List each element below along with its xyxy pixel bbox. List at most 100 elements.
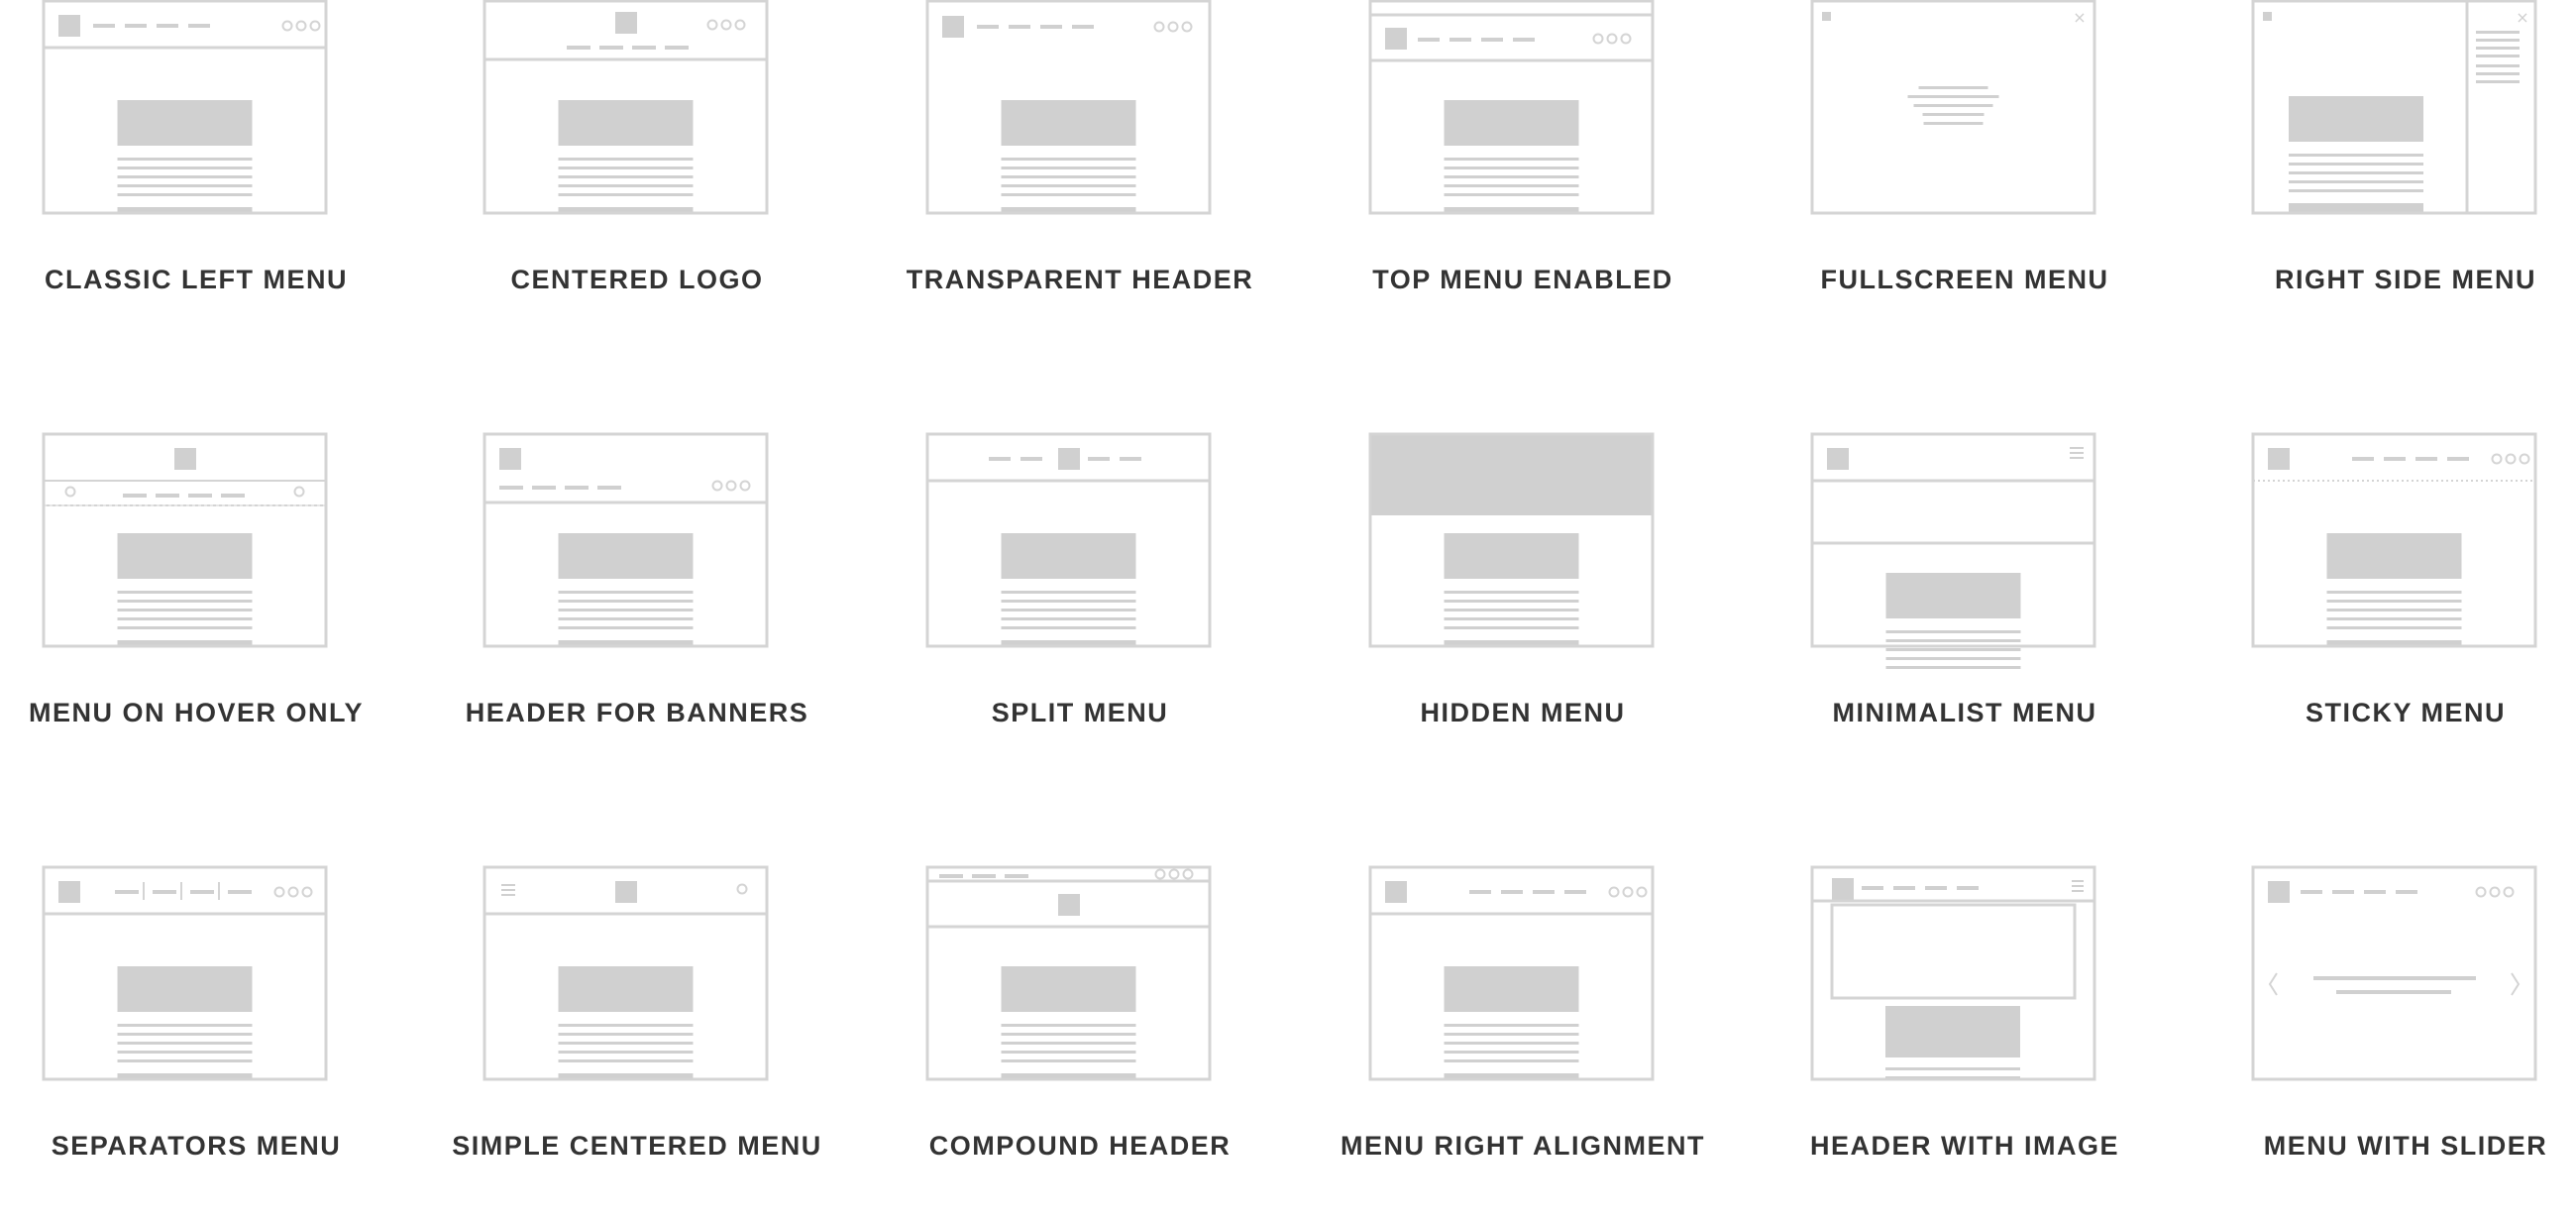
logo-placeholder [499, 448, 521, 470]
layout-thumbnail-top-menu-enabled[interactable] [1359, 0, 1686, 258]
content-text-line [558, 617, 694, 620]
menu-item-placeholder [1469, 890, 1491, 894]
content-text-line [1885, 639, 2021, 642]
layout-thumbnail-menu-with-slider[interactable] [2242, 865, 2569, 1124]
menu-item-placeholder [599, 46, 623, 50]
content-text-line [1444, 1042, 1579, 1045]
content-image-placeholder [1885, 1006, 2020, 1057]
layout-option-label[interactable]: SPLIT MENU [877, 698, 1283, 728]
layout-option-menu-with-slider[interactable]: MENU WITH SLIDER [2242, 865, 2569, 1223]
layout-option-menu-on-hover-only[interactable]: MENU ON HOVER ONLY [29, 432, 363, 790]
content-text-line [117, 184, 253, 187]
layout-option-label[interactable]: COMPOUND HEADER [877, 1131, 1283, 1162]
layout-option-minimalist-menu[interactable]: MINIMALIST MENU [1801, 432, 2128, 790]
menu-item-placeholder [632, 46, 656, 50]
layout-thumbnail-sticky-menu[interactable] [2242, 432, 2569, 691]
content-image-placeholder [2289, 96, 2423, 142]
layout-thumbnail-menu-on-hover-only[interactable] [33, 432, 360, 691]
layout-option-separators-menu[interactable]: SEPARATORS MENU [33, 865, 360, 1223]
layout-thumbnail-simple-centered-menu[interactable] [474, 865, 801, 1124]
layout-option-centered-logo[interactable]: CENTERED LOGO [474, 0, 801, 357]
logo-placeholder [58, 15, 80, 37]
layout-thumbnail-centered-logo[interactable] [474, 0, 801, 258]
menu-item-placeholder [115, 890, 139, 894]
layout-option-classic-left-menu[interactable]: CLASSIC LEFT MENU [33, 0, 360, 357]
layout-option-header-with-image[interactable]: HEADER WITH IMAGE [1801, 865, 2128, 1223]
layout-thumbnail-header-for-banners[interactable] [474, 432, 801, 691]
layout-thumbnail-header-with-image[interactable] [1801, 865, 2128, 1124]
layout-option-label[interactable]: HEADER WITH IMAGE [1762, 1131, 2168, 1162]
layout-thumbnail-transparent-header[interactable] [916, 0, 1243, 258]
content-image-placeholder [558, 966, 694, 1012]
layout-option-label[interactable]: HIDDEN MENU [1320, 698, 1726, 728]
content-image-placeholder [117, 100, 253, 146]
layout-option-transparent-header[interactable]: TRANSPARENT HEADER [907, 0, 1252, 357]
content-text-line [117, 591, 253, 594]
layout-option-label[interactable]: CENTERED LOGO [434, 265, 840, 295]
layout-option-right-side-menu[interactable]: × RIGHT SIDE MENU [2242, 0, 2569, 357]
logo-placeholder [174, 448, 196, 470]
fullscreen-menu-line [1907, 95, 1999, 98]
content-text-line [1444, 175, 1579, 178]
layout-option-label[interactable]: TOP MENU ENABLED [1320, 265, 1726, 295]
layout-option-label[interactable]: FULLSCREEN MENU [1762, 265, 2168, 295]
layout-option-label[interactable]: MENU ON HOVER ONLY [0, 698, 399, 728]
header-layout-grid: CLASSIC LEFT MENU CENTERED LOGO TRANSPAREN… [0, 0, 2576, 1161]
content-image-placeholder [1885, 573, 2021, 618]
hamburger-icon [2070, 452, 2084, 454]
content-text-line [558, 591, 694, 594]
layout-option-label[interactable]: STICKY MENU [2202, 698, 2576, 728]
layout-option-top-menu-enabled[interactable]: TOP MENU ENABLED [1359, 0, 1686, 357]
layout-thumbnail-minimalist-menu[interactable] [1801, 432, 2128, 691]
layout-option-label[interactable]: RIGHT SIDE MENU [2202, 265, 2576, 295]
logo-placeholder [2268, 448, 2290, 470]
layout-option-label[interactable]: HEADER FOR BANNERS [434, 698, 840, 728]
menu-item-placeholder [1533, 890, 1555, 894]
content-text-line [117, 167, 253, 169]
layout-thumbnail-classic-left-menu[interactable] [33, 0, 360, 258]
layout-option-label[interactable]: MINIMALIST MENU [1762, 698, 2168, 728]
layout-option-label[interactable]: SEPARATORS MENU [0, 1131, 399, 1162]
layout-option-compound-header[interactable]: COMPOUND HEADER [916, 865, 1243, 1223]
menu-item-placeholder [532, 486, 556, 490]
menu-item-placeholder [567, 46, 590, 50]
content-text-line [117, 617, 253, 620]
content-image-placeholder [117, 966, 253, 1012]
menu-item-placeholder [1072, 25, 1094, 29]
layout-thumbnail-right-side-menu[interactable]: × [2242, 0, 2569, 258]
content-text-line [1444, 626, 1579, 629]
layout-thumbnail-menu-right-alignment[interactable] [1359, 865, 1686, 1124]
layout-option-label[interactable]: CLASSIC LEFT MENU [0, 265, 399, 295]
layout-option-label[interactable]: TRANSPARENT HEADER [877, 265, 1283, 295]
content-text-line [1444, 1059, 1579, 1062]
layout-option-split-menu[interactable]: SPLIT MENU [916, 432, 1243, 790]
layout-thumbnail-separators-menu[interactable] [33, 865, 360, 1124]
layout-option-header-for-banners[interactable]: HEADER FOR BANNERS [466, 432, 807, 790]
layout-option-label[interactable]: SIMPLE CENTERED MENU [434, 1131, 840, 1162]
layout-option-simple-centered-menu[interactable]: SIMPLE CENTERED MENU [452, 865, 820, 1223]
layout-option-menu-right-alignment[interactable]: MENU RIGHT ALIGNMENT [1341, 865, 1703, 1223]
logo-placeholder [1385, 28, 1407, 50]
content-image-placeholder [1444, 533, 1579, 579]
content-text-line [558, 1033, 694, 1036]
layout-option-fullscreen-menu[interactable]: × FULLSCREEN MENU [1801, 0, 2128, 357]
layout-thumbnail-split-menu[interactable] [916, 432, 1243, 691]
side-menu-line [2476, 80, 2520, 83]
layout-option-sticky-menu[interactable]: STICKY MENU [2242, 432, 2569, 790]
menu-item-placeholder [977, 25, 999, 29]
menu-item-placeholder [93, 24, 115, 28]
layout-thumbnail-hidden-menu[interactable] [1359, 432, 1686, 691]
content-text-line [558, 167, 694, 169]
menu-item-placeholder [1088, 457, 1110, 461]
menu-item-placeholder [1957, 886, 1979, 890]
content-text-line [1885, 657, 2021, 660]
menu-item-placeholder [156, 494, 179, 498]
menu-item-placeholder [153, 890, 176, 894]
slider-title-line [2313, 976, 2476, 980]
layout-option-hidden-menu[interactable]: HIDDEN MENU [1359, 432, 1686, 790]
layout-option-label[interactable]: MENU RIGHT ALIGNMENT [1320, 1131, 1726, 1162]
layout-thumbnail-fullscreen-menu[interactable]: × [1801, 0, 2128, 258]
content-text-line [1001, 626, 1136, 629]
layout-option-label[interactable]: MENU WITH SLIDER [2202, 1131, 2576, 1162]
layout-thumbnail-compound-header[interactable] [916, 865, 1243, 1124]
